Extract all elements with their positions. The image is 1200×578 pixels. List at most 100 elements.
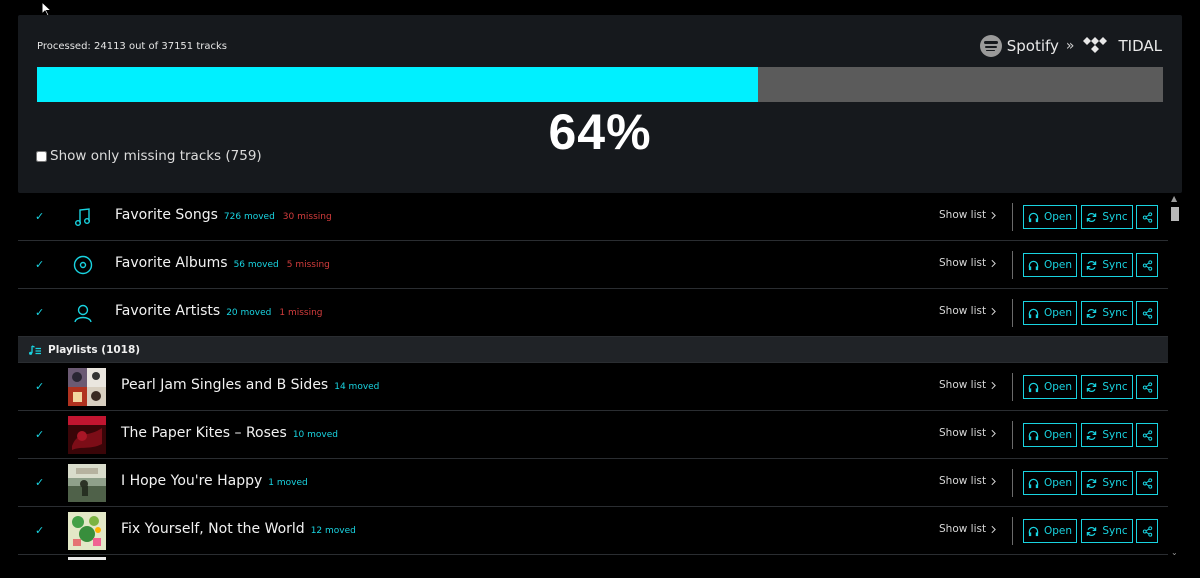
share-icon [1142,525,1152,537]
check-icon: ✓ [35,524,45,537]
person-icon [72,302,94,324]
open-label: Open [1043,211,1073,223]
row-divider [1012,203,1013,231]
share-button[interactable] [1136,205,1158,229]
scroll-thumb[interactable] [1171,207,1179,221]
moved-count: 20 moved [226,308,272,318]
moved-count: 14 moved [334,382,380,392]
sync-button[interactable]: Sync [1081,375,1133,399]
share-icon [1142,307,1152,319]
playlist-cover-image [68,416,106,454]
open-button[interactable]: Open [1023,375,1077,399]
show-list-link[interactable]: Show list [939,305,996,317]
playlist-icon [29,344,41,355]
show-list-label: Show list [939,209,987,221]
share-button[interactable] [1136,423,1158,447]
open-button[interactable]: Open [1023,253,1077,277]
check-icon: ✓ [35,258,45,271]
playlist-row: ✓ The Paper Kites – Roses 10 moved Show … [18,411,1168,459]
share-button[interactable] [1136,253,1158,277]
open-button[interactable]: Open [1023,423,1077,447]
show-list-label: Show list [939,305,987,317]
share-button[interactable] [1136,375,1158,399]
scroll-down-icon[interactable]: ⌄ [1171,548,1178,557]
transfer-arrow-icon: » [1065,38,1075,54]
check-icon: ✓ [35,428,45,441]
show-list-link[interactable]: Show list [939,523,996,535]
chevron-right-icon [991,211,996,219]
chevron-right-icon [991,307,996,315]
playlist-cover-image [68,464,106,502]
check-icon: ✓ [35,306,45,319]
open-button[interactable]: Open [1023,471,1077,495]
item-title-group: Favorite Songs 726 moved 30 missing [115,207,332,223]
sync-label: Sync [1102,381,1128,393]
sync-button[interactable]: Sync [1081,519,1133,543]
item-title-group: The Paper Kites – Roses 10 moved [121,425,338,441]
share-button[interactable] [1136,519,1158,543]
open-button[interactable]: Open [1023,301,1077,325]
sync-button[interactable]: Sync [1081,301,1133,325]
headphones-icon [1028,260,1039,270]
show-list-label: Show list [939,427,987,439]
open-button[interactable]: Open [1023,519,1077,543]
sync-icon [1087,212,1097,222]
chevron-right-icon [991,259,996,267]
item-title-group: Fix Yourself, Not the World 12 moved [121,521,356,537]
moved-count: 56 moved [233,260,279,270]
favorites-row: ✓ Favorite Albums 56 moved 5 missing Sho… [18,241,1168,289]
row-divider [1012,517,1013,545]
music-note-icon [72,206,94,228]
missing-tracks-filter[interactable]: Show only missing tracks (759) [36,148,262,164]
item-title-group: Favorite Albums 56 moved 5 missing [115,255,330,271]
list-scrollbar[interactable]: ▲ ⌄ [1168,193,1182,559]
sync-label: Sync [1102,307,1128,319]
disc-icon [72,254,94,276]
show-list-link[interactable]: Show list [939,257,996,269]
spotify-logo-icon [979,35,1002,57]
item-title: The Paper Kites – Roses [121,425,287,441]
item-title-group: I Hope You're Happy 1 moved [121,473,308,489]
row-divider [1012,421,1013,449]
chevron-right-icon [991,477,996,485]
progress-bar [37,67,1163,102]
progress-panel: Processed: 24113 out of 37151 tracks Spo… [18,15,1182,193]
missing-tracks-checkbox[interactable] [36,150,47,162]
sync-button[interactable]: Sync [1081,471,1133,495]
source-service-name: Spotify [1006,37,1059,55]
share-icon [1142,259,1152,271]
playlist-cover-image [68,368,106,406]
show-list-label: Show list [939,257,987,269]
scroll-up-icon[interactable]: ▲ [1171,194,1177,203]
sync-button[interactable]: Sync [1081,205,1133,229]
item-title: Pearl Jam Singles and B Sides [121,377,329,393]
row-divider [1012,469,1013,497]
share-button[interactable] [1136,301,1158,325]
share-button[interactable] [1136,471,1158,495]
item-title: Favorite Songs [115,207,218,223]
show-list-link[interactable]: Show list [939,427,996,439]
sync-button[interactable]: Sync [1081,253,1133,277]
headphones-icon [1028,382,1039,392]
share-icon [1142,477,1152,489]
check-icon: ✓ [35,210,45,223]
row-divider [1012,251,1013,279]
missing-count: 1 missing [279,308,323,318]
show-list-link[interactable]: Show list [939,475,996,487]
transfer-brand: Spotify » TIDAL [979,35,1162,57]
show-list-link[interactable]: Show list [939,379,996,391]
sync-button[interactable]: Sync [1081,423,1133,447]
moved-count: 10 moved [292,430,338,440]
item-title-group: Pearl Jam Singles and B Sides 14 moved [121,377,379,393]
row-divider [1012,373,1013,401]
playlists-section-header: Playlists (1018) [18,337,1168,363]
show-list-label: Show list [939,475,987,487]
item-title: I Hope You're Happy [121,473,263,489]
open-button[interactable]: Open [1023,205,1077,229]
sync-label: Sync [1102,525,1128,537]
item-title: Favorite Artists [115,303,221,319]
open-label: Open [1043,429,1073,441]
show-list-link[interactable]: Show list [939,209,996,221]
missing-count: 30 missing [282,212,332,222]
chevron-right-icon [991,429,996,437]
